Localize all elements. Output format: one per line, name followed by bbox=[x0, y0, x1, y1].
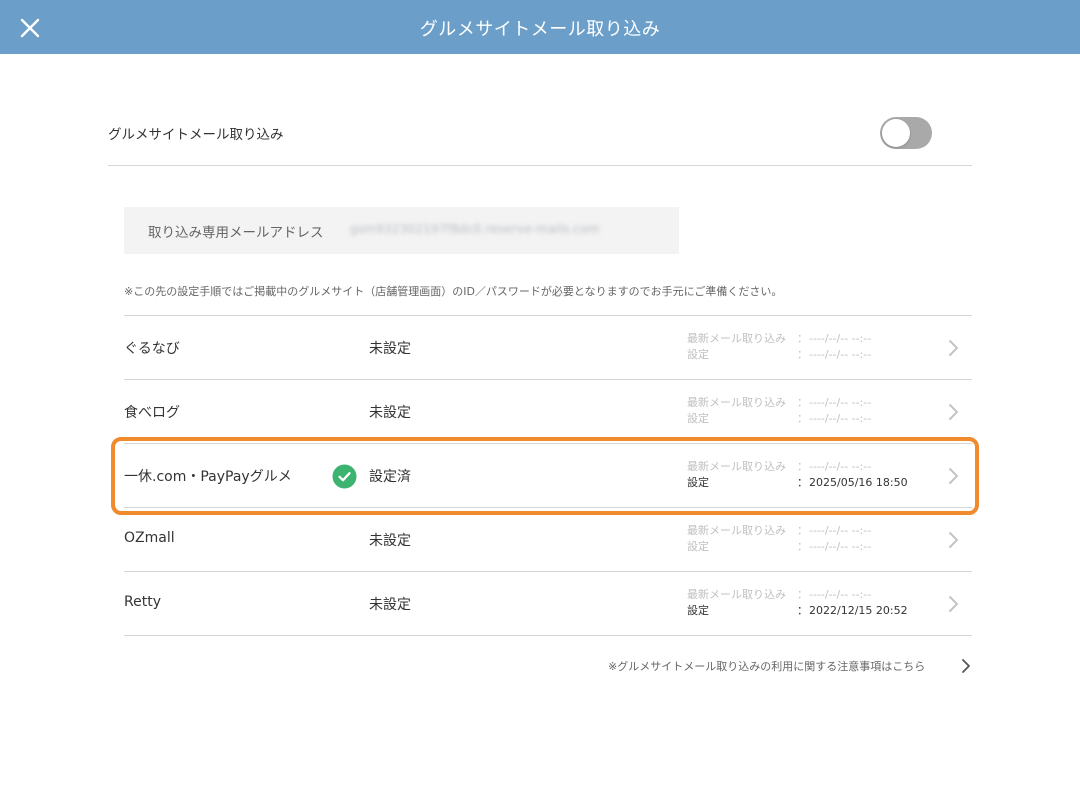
setting-date-label: 設定 bbox=[687, 604, 709, 617]
import-toggle-label: グルメサイトメール取り込み bbox=[108, 127, 284, 143]
latest-import-colon: ： bbox=[797, 396, 808, 409]
latest-import-colon: ： bbox=[797, 332, 808, 345]
latest-import: 最新メール取り込み ： ----/--/-- --:-- bbox=[687, 395, 907, 411]
site-name: OZmall bbox=[124, 530, 175, 546]
latest-import-colon: ： bbox=[797, 588, 808, 601]
setting-date: 設定 ： ----/--/-- --:-- bbox=[687, 411, 907, 427]
chevron-right-icon[interactable] bbox=[942, 401, 964, 423]
import-toggle-switch[interactable] bbox=[880, 117, 932, 149]
site-row[interactable]: Retty 未設定 最新メール取り込み ： ----/--/-- --:-- 設定 ： 202… bbox=[124, 572, 972, 636]
latest-import-value: ----/--/-- --:-- bbox=[809, 396, 872, 409]
site-row[interactable]: ぐるなび 未設定 最新メール取り込み ： ----/--/-- --:-- 設定 ： ----… bbox=[124, 316, 972, 380]
setting-date: 設定 ： ----/--/-- --:-- bbox=[687, 347, 907, 363]
import-address-label: 取り込み専用メールアドレス bbox=[148, 225, 324, 241]
setting-date-value: 2022/12/15 20:52 bbox=[809, 604, 908, 617]
latest-import: 最新メール取り込み ： ----/--/-- --:-- bbox=[687, 523, 907, 539]
latest-import-label: 最新メール取り込み bbox=[687, 524, 786, 537]
setup-note: ※この先の設定手順ではご掲載中のグルメサイト（店舗管理画面）のID／パスワードが… bbox=[124, 285, 783, 298]
setting-date-colon: ： bbox=[797, 412, 808, 425]
site-import-info: 最新メール取り込み ： ----/--/-- --:-- 設定 ： ----/--/-- … bbox=[687, 331, 907, 363]
import-address-box: 取り込み専用メールアドレス gsm932302197f8dc0.reserve-… bbox=[124, 207, 679, 254]
setting-date: 設定 ： 2022/12/15 20:52 bbox=[687, 603, 908, 619]
toggle-knob bbox=[882, 119, 910, 147]
chevron-right-icon[interactable] bbox=[957, 657, 975, 675]
latest-import-value: ----/--/-- --:-- bbox=[809, 524, 872, 537]
latest-import: 最新メール取り込み ： ----/--/-- --:-- bbox=[687, 331, 907, 347]
latest-import-label: 最新メール取り込み bbox=[687, 588, 786, 601]
highlight-frame bbox=[111, 437, 979, 515]
setting-date-label: 設定 bbox=[687, 348, 709, 361]
terms-link[interactable]: ※グルメサイトメール取り込みの利用に関する注意事項はこちら bbox=[608, 658, 925, 674]
setting-date-value: ----/--/-- --:-- bbox=[809, 412, 872, 425]
chevron-right-icon[interactable] bbox=[942, 337, 964, 359]
setting-date-label: 設定 bbox=[687, 540, 709, 553]
site-status: 未設定 bbox=[369, 341, 411, 357]
site-status: 未設定 bbox=[369, 405, 411, 421]
site-row[interactable]: OZmall 未設定 最新メール取り込み ： ----/--/-- --:-- 設定 ： --… bbox=[124, 508, 972, 572]
latest-import-label: 最新メール取り込み bbox=[687, 332, 786, 345]
page-title: グルメサイトメール取り込み bbox=[419, 19, 661, 40]
site-row[interactable]: 食べログ 未設定 最新メール取り込み ： ----/--/-- --:-- 設定 ： ----… bbox=[124, 380, 972, 444]
import-address-value: gsm932302197f8dc0.reserve-mails.com bbox=[350, 222, 600, 236]
site-import-info: 最新メール取り込み ： ----/--/-- --:-- 設定 ： ----/--/-- … bbox=[687, 395, 907, 427]
site-import-info: 最新メール取り込み ： ----/--/-- --:-- 設定 ： ----/--/-- … bbox=[687, 523, 907, 555]
site-import-info: 最新メール取り込み ： ----/--/-- --:-- 設定 ： 2022/12/15 … bbox=[687, 587, 908, 619]
setting-date-value: ----/--/-- --:-- bbox=[809, 540, 872, 553]
site-status: 未設定 bbox=[369, 597, 411, 613]
latest-import-label: 最新メール取り込み bbox=[687, 396, 786, 409]
latest-import-value: ----/--/-- --:-- bbox=[809, 588, 872, 601]
chevron-right-icon[interactable] bbox=[942, 529, 964, 551]
latest-import-value: ----/--/-- --:-- bbox=[809, 332, 872, 345]
setting-date-colon: ： bbox=[797, 540, 808, 553]
setting-date-colon: ： bbox=[797, 348, 808, 361]
latest-import: 最新メール取り込み ： ----/--/-- --:-- bbox=[687, 587, 907, 603]
setting-date-colon: ： bbox=[797, 604, 808, 617]
setting-date: 設定 ： ----/--/-- --:-- bbox=[687, 539, 907, 555]
setting-date-label: 設定 bbox=[687, 412, 709, 425]
site-name: 食べログ bbox=[124, 405, 180, 421]
header-bar: グルメサイトメール取り込み bbox=[0, 0, 1080, 54]
import-toggle-row: グルメサイトメール取り込み bbox=[108, 100, 972, 166]
chevron-right-icon[interactable] bbox=[942, 593, 964, 615]
site-status: 未設定 bbox=[369, 533, 411, 549]
site-name: Retty bbox=[124, 594, 161, 610]
latest-import-colon: ： bbox=[797, 524, 808, 537]
site-name: ぐるなび bbox=[124, 341, 180, 357]
setting-date-value: ----/--/-- --:-- bbox=[809, 348, 872, 361]
